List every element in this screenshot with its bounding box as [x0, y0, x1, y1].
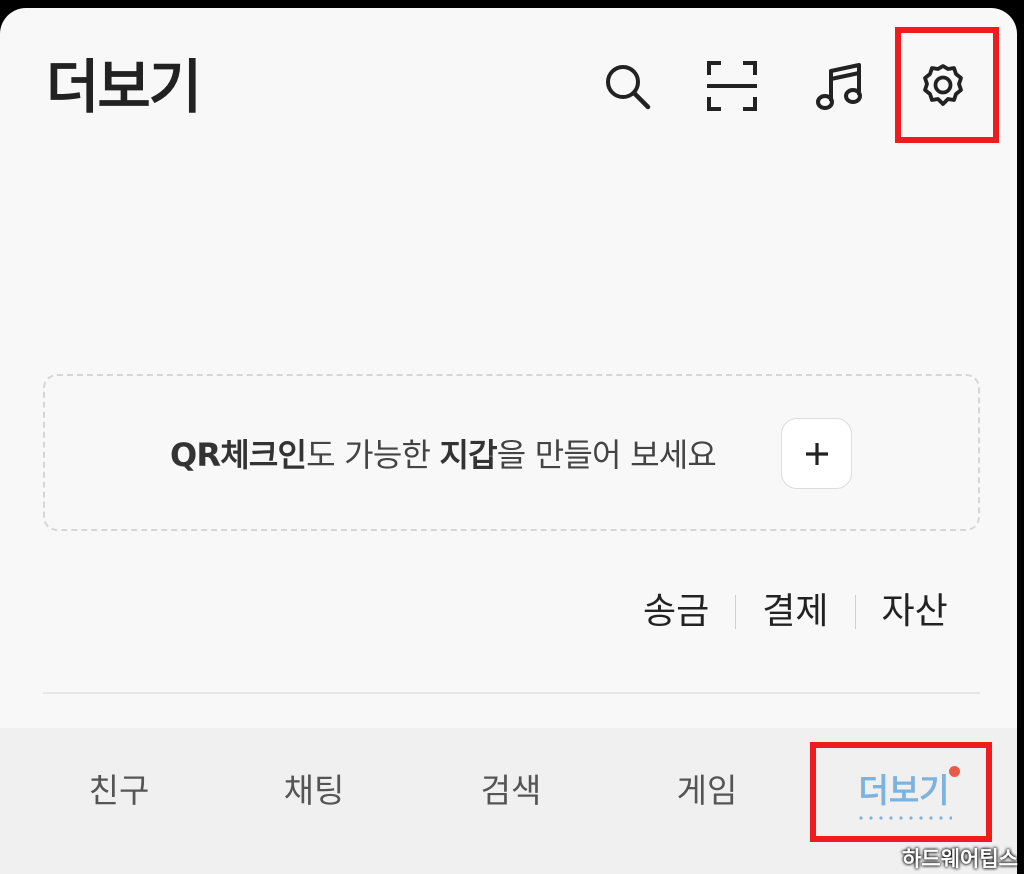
music-button[interactable]	[812, 58, 868, 114]
music-icon	[816, 63, 862, 110]
tab-friends[interactable]: 친구	[49, 774, 189, 807]
tab-games[interactable]: 게임	[637, 774, 777, 807]
wallet-promo-bold-wallet: 지갑	[439, 436, 497, 474]
wallet-promo-bold-qr: QR체크인	[170, 436, 307, 474]
bottom-tab-bar: 친구 채팅 검색 게임 더보기	[0, 728, 1017, 874]
tab-search[interactable]: 검색	[441, 774, 581, 807]
section-divider	[43, 692, 980, 694]
qr-scan-button[interactable]	[704, 58, 760, 114]
active-tab-indicator	[856, 816, 952, 820]
assets-link[interactable]: 자산	[882, 594, 948, 630]
qr-scan-icon	[707, 61, 757, 111]
search-button[interactable]	[599, 58, 655, 114]
add-wallet-button[interactable]	[781, 418, 852, 489]
wallet-links: 송금 결제 자산	[643, 594, 948, 630]
search-icon	[606, 65, 651, 110]
payment-link[interactable]: 결제	[762, 594, 828, 630]
watermark: 하드웨어팁스	[902, 847, 1018, 871]
wallet-promo-text-2: 을 만들어 보세요	[496, 436, 717, 474]
notification-badge	[949, 766, 960, 777]
tab-more[interactable]: 더보기	[834, 774, 974, 807]
more-screen: 더보기 QR체크인도 가능한 지갑을 만들어 보세요 송금 결제 자산 친구 채…	[0, 8, 1017, 874]
wallet-promo-text-1: 도 가능한	[306, 436, 440, 474]
plus-icon	[805, 442, 828, 465]
send-money-link[interactable]: 송금	[643, 594, 709, 630]
wallet-promo-text: QR체크인도 가능한 지갑을 만들어 보세요	[170, 436, 717, 474]
tab-chats[interactable]: 채팅	[244, 774, 384, 807]
settings-button[interactable]	[915, 58, 971, 114]
divider	[735, 595, 737, 629]
gear-icon	[923, 64, 963, 106]
divider	[854, 595, 856, 629]
page-title: 더보기	[46, 53, 202, 121]
